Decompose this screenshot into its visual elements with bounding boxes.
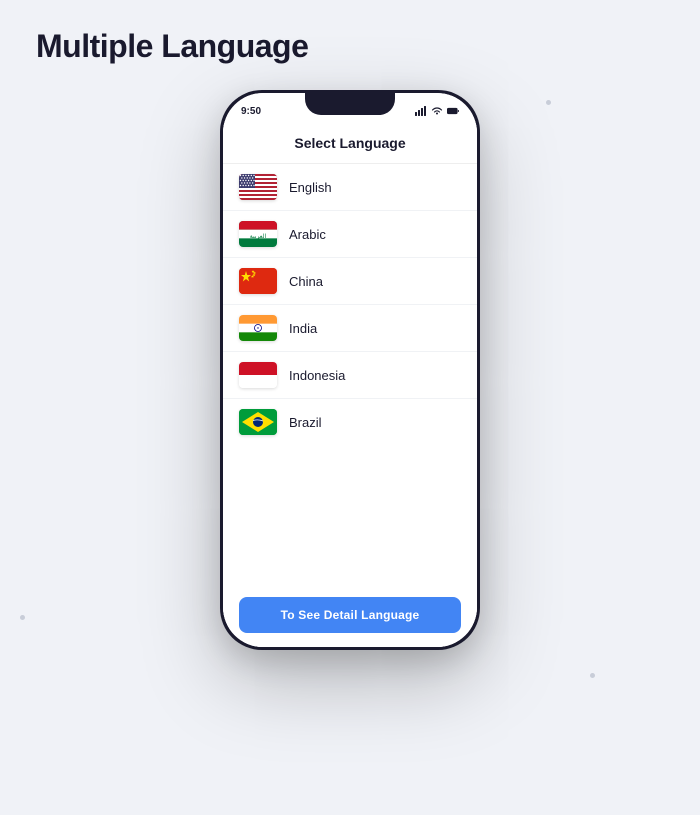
phone-notch [305, 93, 395, 115]
see-detail-button[interactable]: To See Detail Language [239, 597, 461, 633]
language-name-china: China [289, 274, 323, 289]
language-name-english: English [289, 180, 332, 195]
wifi-icon [431, 105, 443, 117]
flag-us [239, 174, 277, 200]
cta-section: To See Detail Language [223, 587, 477, 647]
dot-grid-bottom-left: for(let i=0;i<25;i++) document.currentSc… [20, 615, 100, 695]
screen-header-title: Select Language [294, 135, 405, 151]
language-list: English العربية Arabic China India Indon… [223, 164, 477, 587]
signal-icon [415, 105, 427, 117]
flag-china [239, 268, 277, 294]
dot-grid-top-right: for(let i=0;i<40;i++) document.currentSc… [546, 100, 680, 180]
language-item-indonesia[interactable]: Indonesia [223, 352, 477, 399]
status-time: 9:50 [241, 106, 261, 117]
flag-india [239, 315, 277, 341]
status-icons [415, 105, 459, 117]
flag-iraq: العربية [239, 221, 277, 247]
phone-frame: 9:50 [220, 90, 480, 650]
flag-indonesia [239, 362, 277, 388]
phone-inner: 9:50 [223, 93, 477, 647]
language-item-brazil[interactable]: Brazil [223, 399, 477, 445]
phone-mockup: 9:50 [220, 90, 480, 650]
svg-text:العربية: العربية [250, 233, 267, 240]
screen-content: Select Language English العربية Arabic C… [223, 123, 477, 647]
language-item-india[interactable]: India [223, 305, 477, 352]
language-name-india: India [289, 321, 317, 336]
dot-grid-bottom-right: for(let i=0;i<20;i++) document.currentSc… [590, 673, 670, 735]
page-title: Multiple Language [36, 28, 308, 65]
flag-brazil [239, 409, 277, 435]
screen-header: Select Language [223, 123, 477, 164]
language-name-indonesia: Indonesia [289, 368, 345, 383]
language-name-brazil: Brazil [289, 415, 322, 430]
language-item-china[interactable]: China [223, 258, 477, 305]
language-item-english[interactable]: English [223, 164, 477, 211]
language-item-arabic[interactable]: العربية Arabic [223, 211, 477, 258]
language-name-arabic: Arabic [289, 227, 326, 242]
battery-icon [447, 105, 459, 117]
